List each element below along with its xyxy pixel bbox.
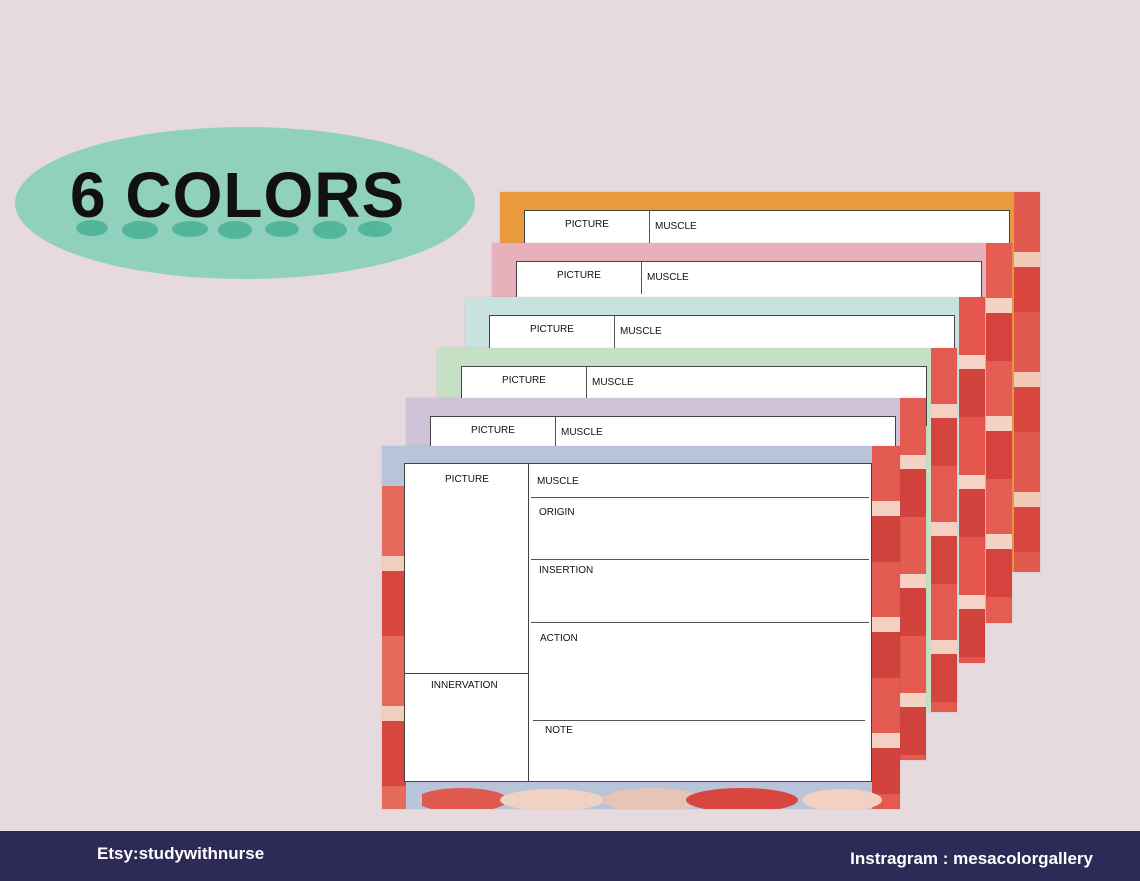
muscle-illustration bbox=[931, 348, 957, 712]
picture-label: PICTURE bbox=[525, 211, 650, 243]
muscle-illustration-left bbox=[382, 486, 406, 809]
picture-label: PICTURE bbox=[445, 474, 489, 485]
picture-column bbox=[405, 464, 529, 781]
note-label: NOTE bbox=[545, 725, 573, 736]
etsy-handle: Etsy:studywithnurse bbox=[97, 844, 265, 863]
innervation-label: INNERVATION bbox=[431, 680, 498, 691]
picture-label: PICTURE bbox=[490, 316, 615, 348]
muscle-label: MUSCLE bbox=[592, 377, 634, 388]
muscle-illustration bbox=[900, 398, 926, 760]
muscle-illustration bbox=[872, 446, 900, 809]
muscle-illustration bbox=[959, 297, 985, 663]
row-divider bbox=[533, 720, 865, 721]
row-divider bbox=[531, 559, 869, 560]
picture-label: PICTURE bbox=[462, 367, 587, 399]
column-divider bbox=[405, 673, 528, 674]
insertion-label: INSERTION bbox=[539, 565, 594, 576]
muscle-label: MUSCLE bbox=[620, 326, 662, 337]
muscle-label: MUSCLE bbox=[647, 272, 689, 283]
origin-label: ORIGIN bbox=[539, 507, 575, 518]
muscle-label: MUSCLE bbox=[655, 221, 697, 232]
action-label: ACTION bbox=[540, 633, 578, 644]
muscle-illustration bbox=[1014, 192, 1040, 572]
picture-label: PICTURE bbox=[517, 262, 642, 294]
muscle-illustration-bottom bbox=[422, 788, 882, 809]
worksheet-front: PICTURE INNERVATION MUSCLE ORIGIN INSERT… bbox=[404, 463, 872, 782]
muscle-illustration bbox=[986, 243, 1012, 623]
badge-title: 6 COLORS bbox=[70, 159, 406, 231]
row-divider bbox=[531, 497, 869, 498]
row-divider bbox=[531, 622, 869, 623]
footer-bar: Etsy:studywithnurse Instragram : mesacol… bbox=[0, 831, 1140, 881]
muscle-label: MUSCLE bbox=[561, 427, 603, 438]
muscle-label: MUSCLE bbox=[537, 476, 579, 487]
picture-label: PICTURE bbox=[431, 417, 556, 449]
instagram-handle: Instragram : mesacolorgallery bbox=[850, 849, 1093, 868]
